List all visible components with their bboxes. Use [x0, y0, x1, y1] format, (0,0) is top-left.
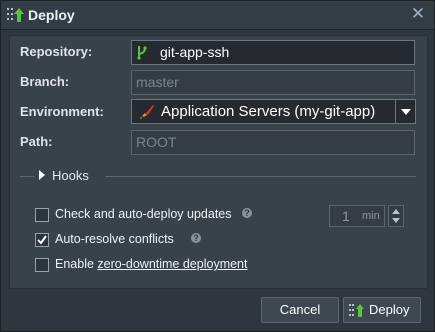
rocket-icon [140, 105, 154, 119]
git-branch-icon [137, 46, 147, 60]
environment-value: Application Servers (my-git-app) [161, 103, 376, 120]
zero-downtime-link[interactable]: zero-downtime deployment [97, 257, 247, 271]
deploy-icon [7, 8, 24, 22]
checkmark-icon [37, 235, 47, 245]
increment-arrow-icon[interactable] [392, 209, 400, 214]
branch-field[interactable]: master [131, 70, 415, 95]
interval-unit: min [362, 210, 380, 222]
dialog-title: Deploy [28, 7, 75, 23]
repository-label: Repository: [20, 44, 93, 59]
auto-deploy-label[interactable]: Check and auto-deploy updates [55, 207, 232, 221]
environment-dropdown-arrow[interactable] [395, 99, 416, 124]
zero-downtime-prefix: Enable [55, 257, 98, 271]
auto-resolve-label[interactable]: Auto-resolve conflicts [55, 232, 174, 246]
repository-value: git-app-ssh [160, 44, 230, 60]
auto-deploy-checkbox[interactable] [35, 208, 49, 222]
deploy-form-panel: Repository: git-app-ssh Branch: master E… [9, 35, 428, 289]
deploy-button[interactable]: Deploy [343, 297, 421, 323]
expand-arrow-icon[interactable] [39, 170, 45, 180]
auto-resolve-checkbox[interactable] [35, 233, 49, 247]
help-icon[interactable]: ? [191, 233, 201, 243]
interval-spinner[interactable]: 1 min [329, 205, 385, 227]
hooks-divider-left [20, 176, 35, 177]
environment-select[interactable]: Application Servers (my-git-app) [131, 99, 396, 124]
deploy-icon [349, 304, 364, 317]
hooks-section[interactable]: Hooks [20, 167, 416, 185]
hooks-divider-right [105, 176, 416, 177]
help-icon[interactable]: ? [242, 208, 252, 218]
deploy-dialog: Deploy ✕ Repository: git-app-ssh Branch:… [0, 0, 435, 332]
branch-label: Branch: [20, 74, 70, 89]
close-icon[interactable]: ✕ [410, 5, 426, 23]
cancel-button[interactable]: Cancel [261, 297, 339, 323]
environment-label: Environment: [20, 104, 104, 119]
path-field[interactable]: ROOT [131, 130, 415, 155]
hooks-label[interactable]: Hooks [52, 168, 89, 183]
interval-stepper [388, 205, 404, 227]
zero-downtime-checkbox[interactable] [35, 258, 49, 272]
interval-value: 1 [342, 208, 350, 224]
zero-downtime-label[interactable]: Enable zero-downtime deployment [55, 257, 247, 271]
dialog-titlebar: Deploy ✕ [1, 1, 434, 30]
deploy-button-label: Deploy [369, 302, 410, 317]
decrement-arrow-icon[interactable] [392, 218, 400, 223]
repository-field[interactable]: git-app-ssh [131, 40, 415, 65]
path-label: Path: [20, 134, 53, 149]
